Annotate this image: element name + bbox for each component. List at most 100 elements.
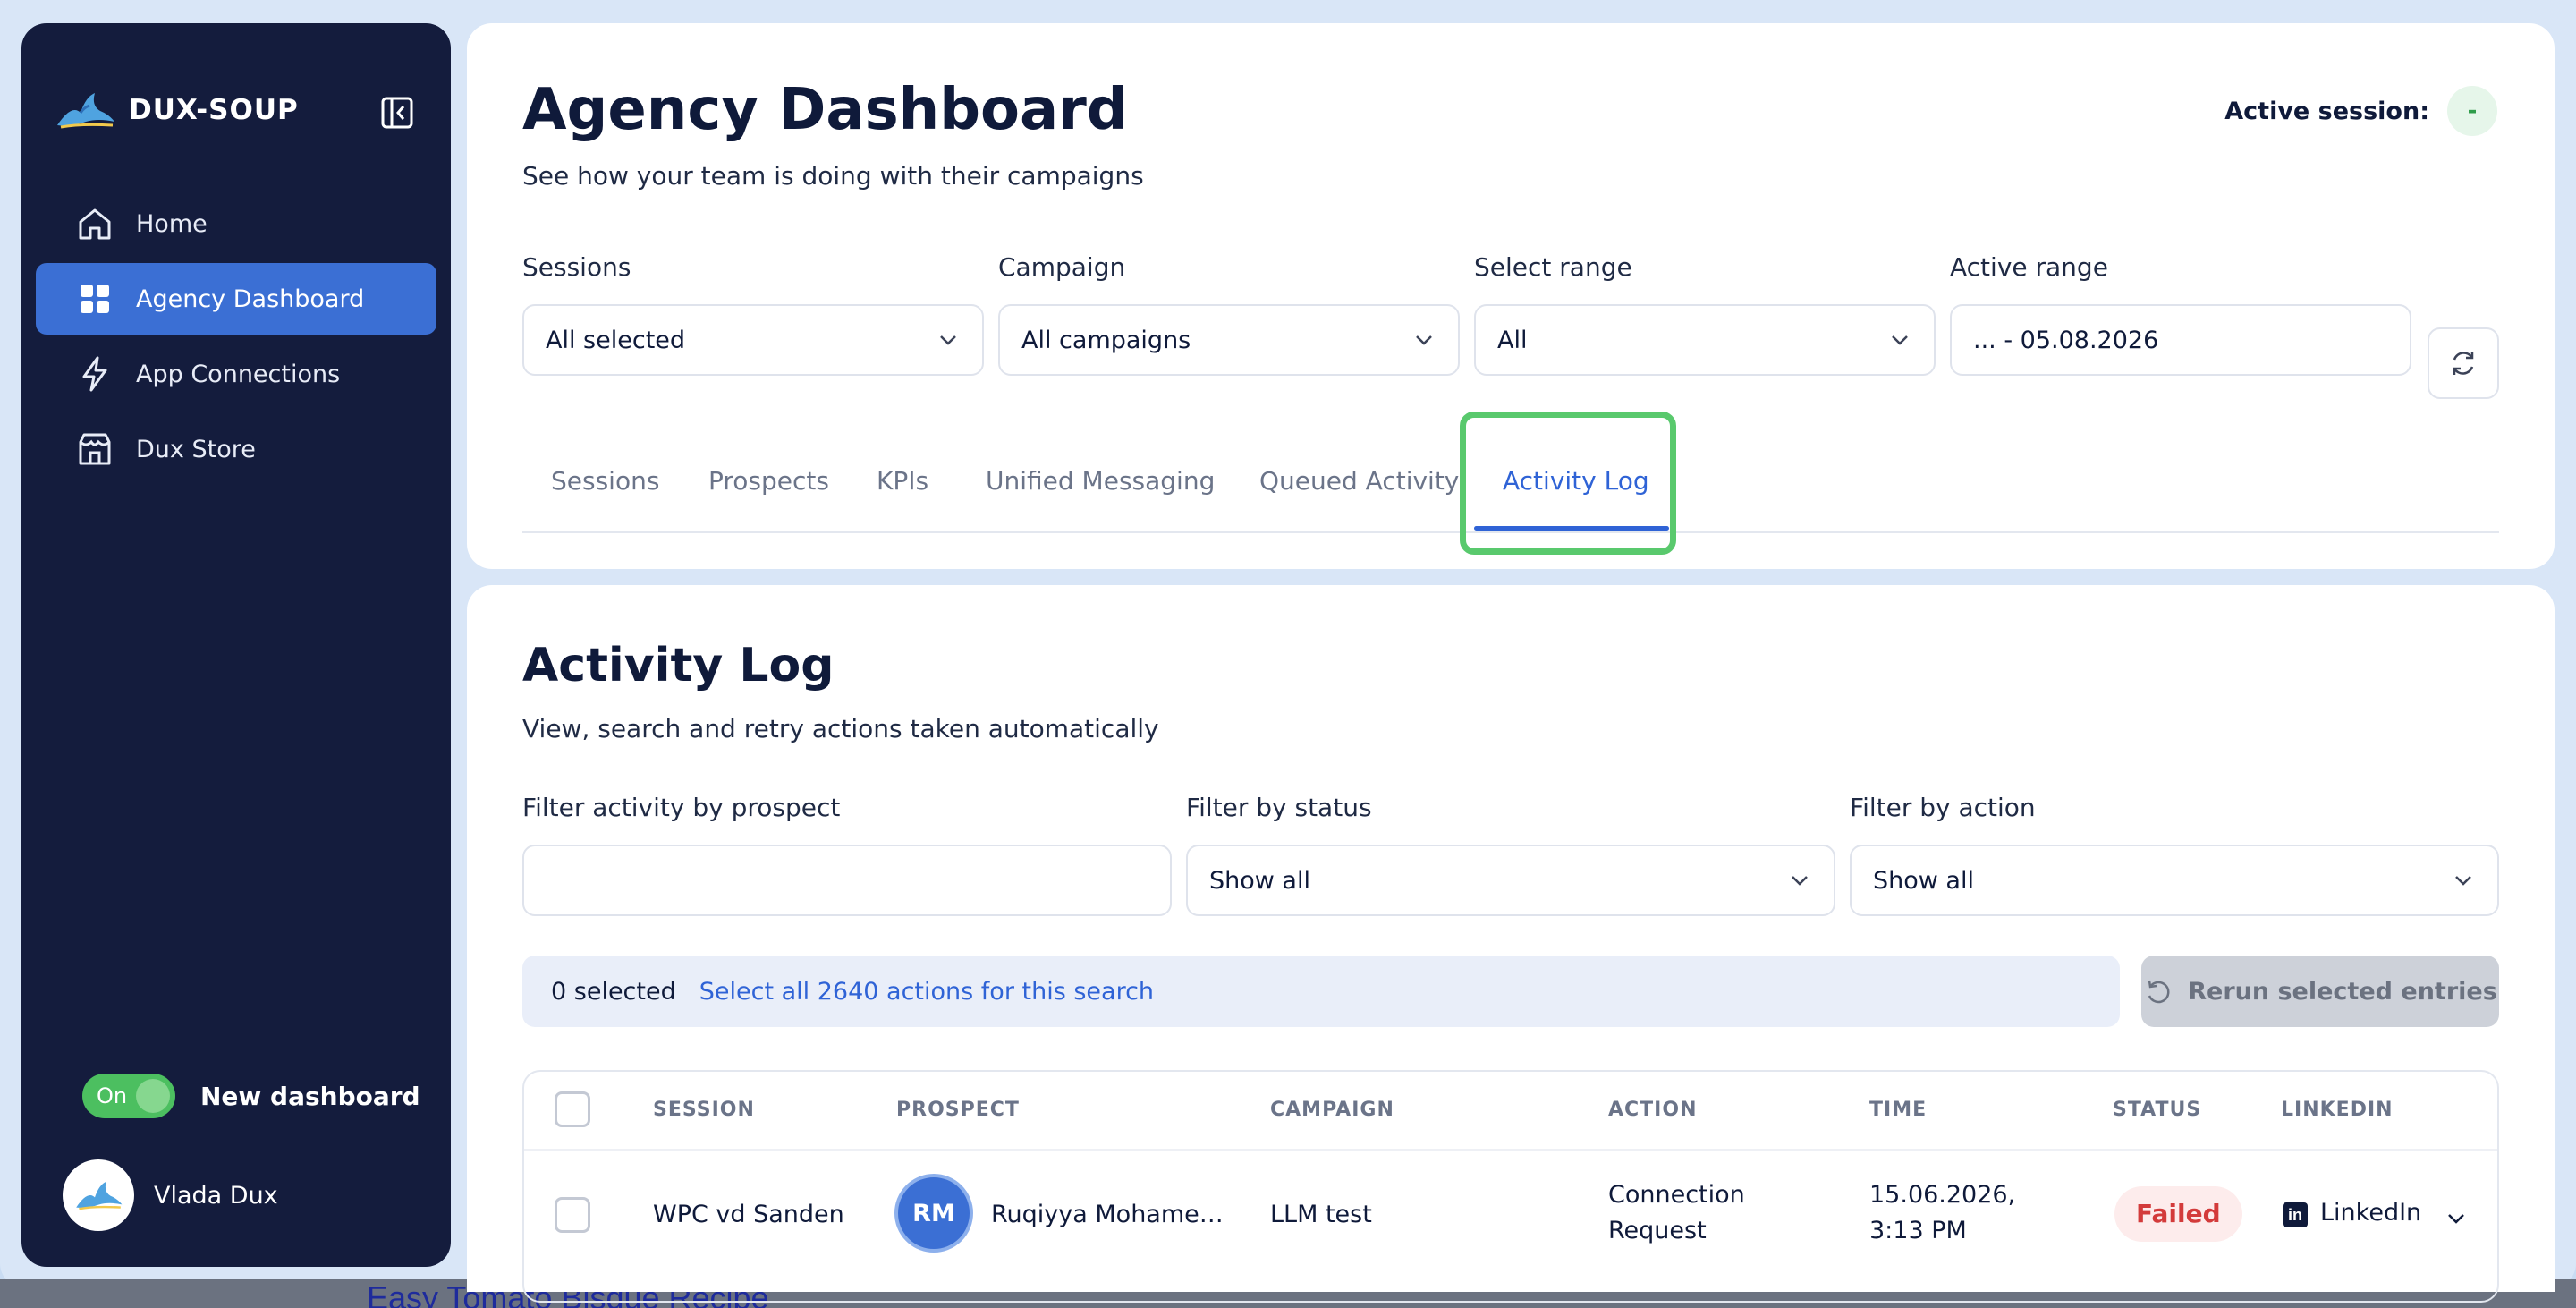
- action-cell-line2: Request: [1608, 1217, 1707, 1244]
- active-range-label: Active range: [1950, 252, 2108, 282]
- status-filter: Filter by status Show all: [1186, 793, 1835, 916]
- tab-prospects[interactable]: Prospects: [708, 454, 829, 533]
- active-range-filter: Active range ... - 05.08.2026: [1950, 252, 2411, 376]
- user-name: Vlada Dux: [154, 1181, 278, 1210]
- campaign-label: Campaign: [998, 252, 1126, 282]
- campaign-cell: LLM test: [1270, 1201, 1372, 1228]
- range-value: All: [1497, 326, 1528, 354]
- chevron-down-icon: [1416, 335, 1432, 345]
- column-header[interactable]: LINKEDIN: [2281, 1099, 2394, 1121]
- prospect-search-input[interactable]: [522, 845, 1172, 916]
- toggle-state: On: [97, 1083, 128, 1108]
- column-header[interactable]: PROSPECT: [896, 1099, 1020, 1121]
- sessions-filter: Sessions All selected: [522, 252, 984, 376]
- prospect-avatar: RM: [894, 1174, 973, 1253]
- time-cell-line1: 15.06.2026,: [1869, 1181, 2016, 1209]
- collapse-sidebar-icon[interactable]: [379, 95, 415, 131]
- sidebar-item-agency-dashboard[interactable]: Agency Dashboard: [36, 263, 436, 335]
- tab-kpis[interactable]: KPIs: [877, 454, 928, 533]
- campaign-value: All campaigns: [1021, 326, 1191, 354]
- section-subtitle: View, search and retry actions taken aut…: [522, 714, 1159, 743]
- sidebar-item-label: Home: [136, 209, 208, 238]
- avatar: [63, 1159, 134, 1231]
- range-filter: Select range All: [1474, 252, 1936, 376]
- tab-sessions[interactable]: Sessions: [551, 454, 659, 533]
- chevron-down-icon[interactable]: [2445, 1208, 2467, 1229]
- activity-log-card: Activity Log View, search and retry acti…: [467, 585, 2555, 1303]
- sessions-value: All selected: [546, 326, 686, 354]
- activity-table: SESSION PROSPECT CAMPAIGN ACTION TIME ST…: [522, 1070, 2499, 1303]
- column-header[interactable]: ACTION: [1608, 1099, 1697, 1121]
- sidebar-item-dux-store[interactable]: Dux Store: [36, 413, 436, 485]
- rerun-selected-button[interactable]: Rerun selected entries: [2141, 956, 2499, 1027]
- page-title: Agency Dashboard: [522, 77, 1128, 143]
- store-icon: [79, 433, 111, 465]
- home-icon: [79, 208, 111, 240]
- brand-name: DUX-SOUP: [129, 94, 299, 126]
- sidebar-nav: Home Agency Dashboard App Connections Du…: [36, 188, 436, 488]
- select-all-link[interactable]: Select all 2640 actions for this search: [699, 978, 1154, 1006]
- range-select[interactable]: All: [1474, 304, 1936, 376]
- refresh-button[interactable]: [2428, 327, 2499, 399]
- linkedin-icon: in: [2283, 1202, 2308, 1227]
- chevron-down-icon: [940, 335, 956, 345]
- refresh-icon: [2453, 352, 2474, 375]
- chevron-down-icon: [2455, 876, 2471, 886]
- prospect-filter: Filter activity by prospect: [522, 793, 1172, 916]
- selection-bar: 0 selected Select all 2640 actions for t…: [522, 956, 2120, 1027]
- column-header[interactable]: TIME: [1869, 1099, 1927, 1121]
- sidebar-item-home[interactable]: Home: [36, 188, 436, 259]
- status-filter-label: Filter by status: [1186, 793, 1372, 822]
- sidebar-item-label: Dux Store: [136, 435, 256, 463]
- table-header: SESSION PROSPECT CAMPAIGN ACTION TIME ST…: [524, 1072, 2497, 1151]
- rerun-icon: [2148, 980, 2170, 1004]
- active-session-badge: -: [2447, 86, 2497, 136]
- new-dashboard-label: New dashboard: [200, 1081, 420, 1111]
- sidebar-item-app-connections[interactable]: App Connections: [36, 338, 436, 410]
- selected-count: 0 selected: [551, 977, 676, 1006]
- linkedin-link[interactable]: LinkedIn: [2320, 1199, 2421, 1227]
- chevron-down-icon: [1792, 876, 1808, 886]
- column-header[interactable]: CAMPAIGN: [1270, 1099, 1394, 1121]
- active-session: Active session: -: [2224, 86, 2497, 136]
- active-range-value: ... - 05.08.2026: [1973, 326, 2159, 354]
- brand[interactable]: DUX-SOUP: [54, 88, 299, 132]
- lightning-icon: [82, 356, 107, 392]
- rerun-label: Rerun selected entries: [2188, 977, 2497, 1006]
- select-all-checkbox[interactable]: [555, 1091, 590, 1127]
- action-filter-label: Filter by action: [1850, 793, 2036, 822]
- sessions-select[interactable]: All selected: [522, 304, 984, 376]
- chevron-down-icon: [1892, 335, 1908, 345]
- user-profile[interactable]: Vlada Dux: [63, 1159, 278, 1231]
- sidebar: DUX-SOUP Home Agency Dashboard App Conne…: [21, 23, 451, 1267]
- sessions-label: Sessions: [522, 252, 631, 282]
- active-session-label: Active session:: [2224, 97, 2429, 125]
- tab-focus-highlight: [1460, 412, 1676, 555]
- range-label: Select range: [1474, 252, 1632, 282]
- status-select-value: Show all: [1209, 866, 1310, 895]
- column-header[interactable]: SESSION: [653, 1099, 755, 1121]
- page-subtitle: See how your team is doing with their ca…: [522, 161, 1144, 191]
- prospect-filter-label: Filter activity by prospect: [522, 793, 841, 822]
- action-filter: Filter by action Show all: [1850, 793, 2499, 916]
- new-dashboard-toggle-row: On New dashboard: [82, 1074, 420, 1118]
- new-dashboard-toggle[interactable]: On: [82, 1074, 175, 1118]
- sidebar-item-label: Agency Dashboard: [136, 285, 365, 313]
- campaign-select[interactable]: All campaigns: [998, 304, 1460, 376]
- status-select[interactable]: Show all: [1186, 845, 1835, 916]
- action-select[interactable]: Show all: [1850, 845, 2499, 916]
- prospect-cell[interactable]: Ruqiyya Mohame…: [991, 1201, 1224, 1228]
- tab-unified-messaging[interactable]: Unified Messaging: [986, 454, 1215, 533]
- column-header[interactable]: STATUS: [2113, 1099, 2201, 1121]
- section-title: Activity Log: [522, 639, 835, 692]
- action-cell-line1: Connection: [1608, 1181, 1745, 1209]
- time-cell-line2: 3:13 PM: [1869, 1217, 1967, 1244]
- row-checkbox[interactable]: [555, 1197, 590, 1233]
- toggle-knob: [136, 1079, 170, 1113]
- session-cell: WPC vd Sanden: [653, 1201, 844, 1228]
- dux-soup-logo-icon: [57, 93, 114, 129]
- active-range-field[interactable]: ... - 05.08.2026: [1950, 304, 2411, 376]
- grid-icon: [80, 285, 109, 313]
- tab-queued-activity[interactable]: Queued Activity: [1259, 454, 1459, 533]
- table-row[interactable]: WPC vd Sanden RM Ruqiyya Mohame… LLM tes…: [524, 1152, 2497, 1301]
